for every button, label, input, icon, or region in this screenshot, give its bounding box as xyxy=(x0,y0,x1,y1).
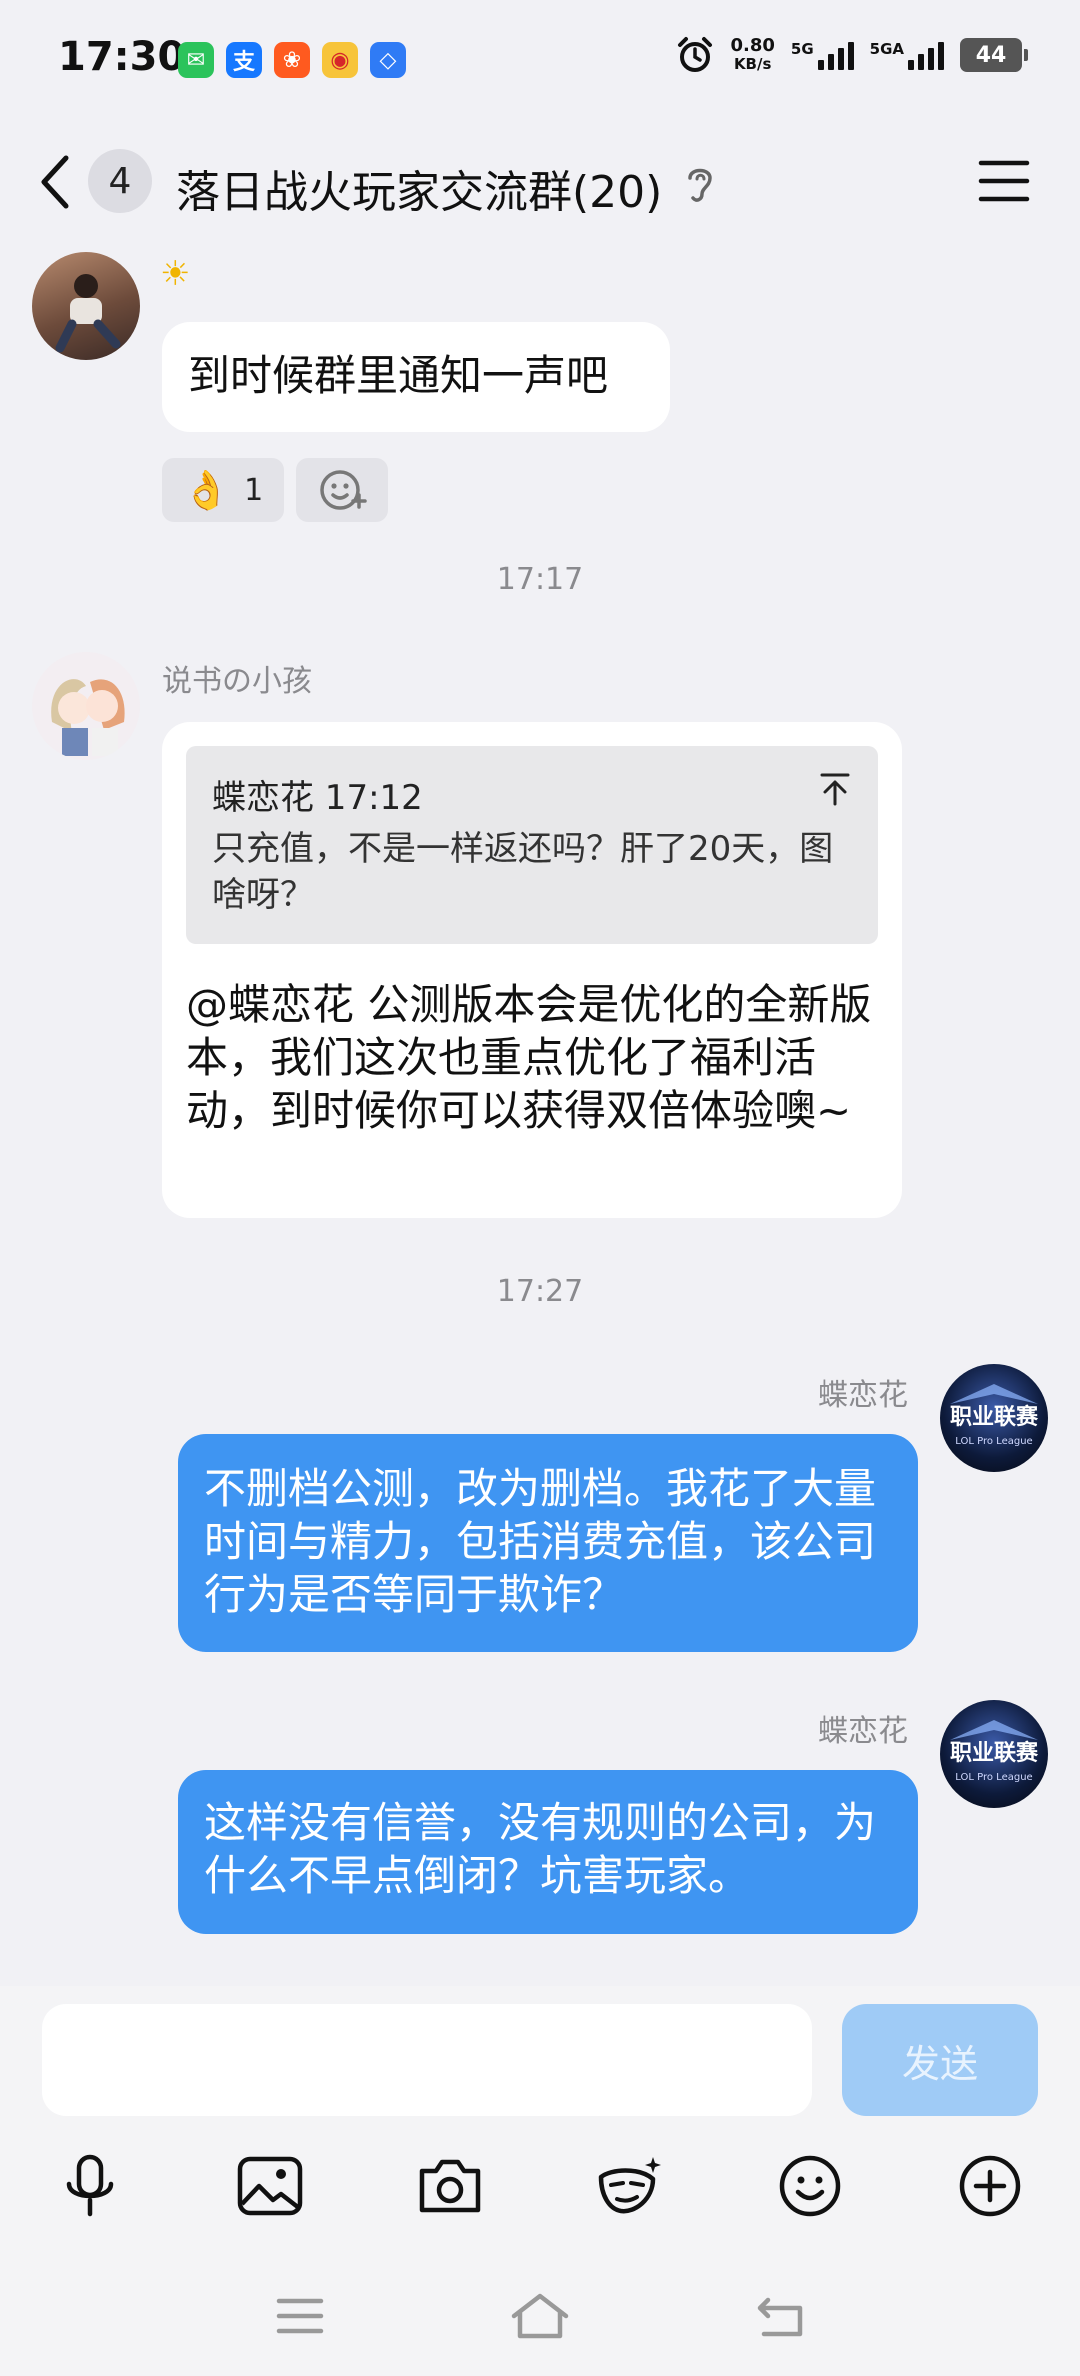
net-speed-value: 0.80 xyxy=(730,35,775,56)
status-bar: 17:30 ✉ 支 ❀ ◉ ◇ 0.80 KB/s 5G 5GA 44 xyxy=(0,0,1080,120)
avatar[interactable] xyxy=(32,252,140,360)
home-icon xyxy=(511,2293,569,2339)
recents-icon xyxy=(276,2298,324,2334)
emoji-button[interactable] xyxy=(770,2146,850,2226)
message-bubble[interactable]: 到时候群里通知一声吧 xyxy=(162,322,670,432)
image-icon xyxy=(237,2156,303,2216)
signal-icon xyxy=(817,40,854,70)
back-arrow-icon xyxy=(757,2297,803,2337)
net-speed-unit: KB/s xyxy=(733,55,772,73)
menu-button[interactable] xyxy=(978,158,1030,208)
message-text: @蝶恋花 公测版本会是优化的全新版本，我们这次也重点优化了福利活动，到时候你可以… xyxy=(186,980,872,1135)
avatar-text: 职业联赛 xyxy=(950,1740,1039,1766)
sticker-button[interactable] xyxy=(590,2146,670,2226)
sender-name: 蝶恋花 xyxy=(818,1714,908,1749)
wechat-icon: ✉ xyxy=(178,42,214,78)
avatar[interactable]: 职业联赛 LOL Pro League xyxy=(940,1364,1048,1472)
notification-icons: ✉ 支 ❀ ◉ ◇ xyxy=(178,42,406,78)
more-button[interactable] xyxy=(950,2146,1030,2226)
app-diamond-icon: ◇ xyxy=(370,42,406,78)
quote-author-time: 蝶恋花 17:12 xyxy=(212,778,423,818)
avatar[interactable] xyxy=(32,652,140,760)
chat-header: 4 落日战火玩家交流群(20) xyxy=(0,120,1080,242)
nav-back-button[interactable] xyxy=(750,2286,810,2346)
send-button[interactable]: 发送 xyxy=(842,2004,1038,2116)
jump-to-quote-icon[interactable] xyxy=(818,772,852,810)
composer: 发送 xyxy=(0,1986,1080,2376)
message-input[interactable] xyxy=(42,2004,812,2116)
unread-badge[interactable]: 4 xyxy=(88,149,152,213)
back-button[interactable] xyxy=(36,152,76,212)
timestamp: 17:17 xyxy=(496,562,584,597)
message-bubble[interactable]: 这样没有信誉，没有规则的公司，为什么不早点倒闭？坑害玩家。 xyxy=(178,1770,918,1934)
status-time: 17:30 xyxy=(58,34,186,80)
weibo-icon: ◉ xyxy=(322,42,358,78)
alarm-icon xyxy=(678,37,713,72)
reaction-chip[interactable]: 👌 1 xyxy=(162,458,284,522)
sender-badge: ☀ xyxy=(160,254,191,294)
camera-button[interactable] xyxy=(410,2146,490,2226)
app-icon: ❀ xyxy=(274,42,310,78)
plus-circle-icon xyxy=(959,2155,1021,2217)
reaction-count: 1 xyxy=(244,472,264,508)
signal-icon-2 xyxy=(908,40,944,70)
network-label-2: 5GA xyxy=(869,40,904,58)
sender-name: 蝶恋花 xyxy=(818,1378,908,1413)
voice-button[interactable] xyxy=(50,2146,130,2226)
battery-level: 44 xyxy=(975,42,1007,68)
chevron-left-icon xyxy=(41,155,69,209)
network-label-1: 5G xyxy=(790,40,814,58)
hamburger-icon xyxy=(978,160,1030,202)
avatar-subtext: LOL Pro League xyxy=(955,1436,1032,1447)
quote-text: 只充值，不是一样返还吗？肝了20天，图啥呀？ xyxy=(212,829,834,915)
timestamp: 17:27 xyxy=(496,1274,584,1309)
ok-hand-icon: 👌 xyxy=(182,467,231,512)
chat-title: 落日战火玩家交流群(20) xyxy=(176,167,663,218)
quoted-message[interactable]: 蝶恋花 17:12 只充值，不是一样返还吗？肝了20天，图啥呀？ xyxy=(186,746,878,944)
gallery-button[interactable] xyxy=(230,2146,310,2226)
nav-recents-button[interactable] xyxy=(270,2286,330,2346)
camera-icon xyxy=(419,2159,481,2213)
sender-name: 说书の小孩 xyxy=(162,664,312,699)
avatar[interactable]: 职业联赛 LOL Pro League xyxy=(940,1700,1048,1808)
nav-home-button[interactable] xyxy=(510,2286,570,2346)
microphone-icon xyxy=(66,2154,114,2217)
mask-sparkle-icon xyxy=(598,2157,661,2214)
add-emoji-icon xyxy=(320,470,367,510)
avatar-subtext: LOL Pro League xyxy=(955,1772,1032,1783)
add-reaction-button[interactable] xyxy=(296,458,388,522)
ear-mode-icon[interactable] xyxy=(680,162,720,210)
battery-icon: 44 xyxy=(960,38,1028,72)
avatar-text: 职业联赛 xyxy=(950,1404,1039,1430)
smiley-icon xyxy=(779,2155,841,2217)
message-bubble[interactable]: 不删档公测，改为删档。我花了大量时间与精力，包括消费充值，该公司行为是否等同于欺… xyxy=(178,1434,918,1652)
net-speed: 0.80 KB/s xyxy=(730,36,774,74)
alipay-icon: 支 xyxy=(226,42,262,78)
